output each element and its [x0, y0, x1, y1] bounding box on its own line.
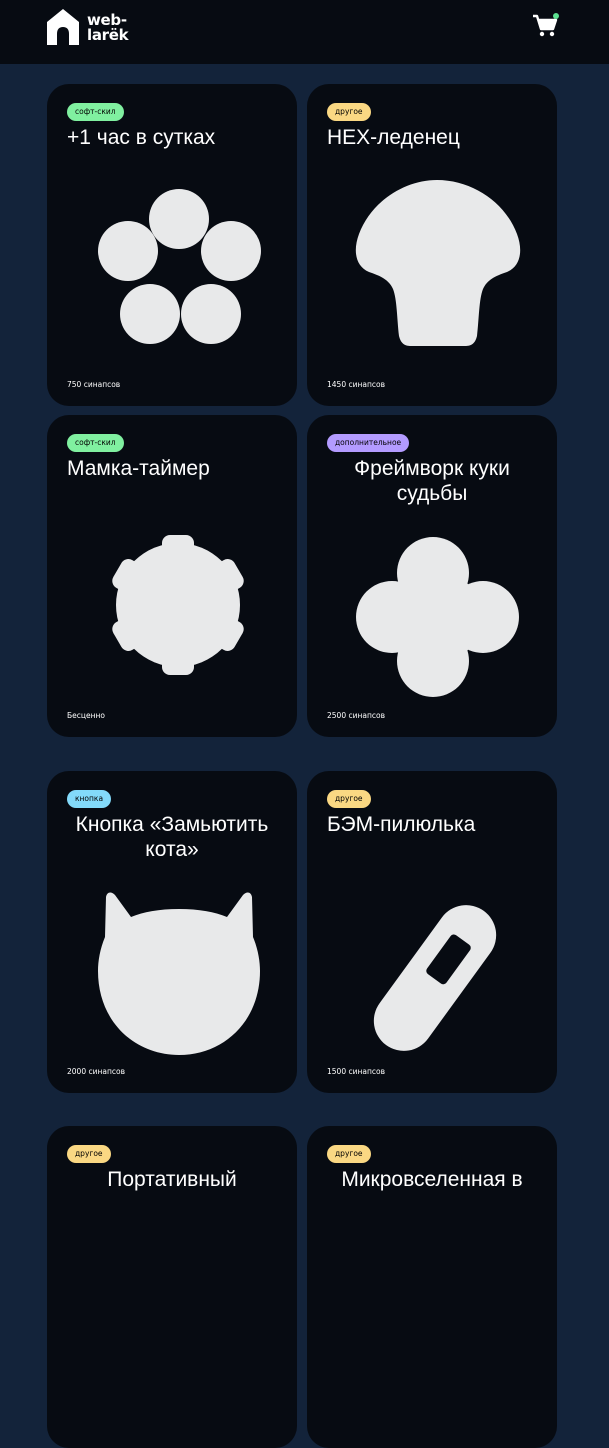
- product-title: Мамка-таймер: [67, 457, 210, 480]
- category-badge: софт-скил: [67, 434, 124, 452]
- category-badge: другое: [327, 103, 371, 121]
- product-title: Кнопка «Замьютить кота»: [75, 813, 269, 861]
- product-price: 1450 синапсов: [327, 380, 386, 389]
- product-card[interactable]: софт-скил Мамка-таймер Бесценно: [47, 415, 297, 737]
- product-card[interactable]: другое БЭМ-пилюлька 1500 синапсов: [307, 771, 557, 1093]
- category-badge: другое: [327, 1145, 371, 1163]
- product-price: 2000 синапсов: [67, 1067, 126, 1076]
- product-title: Микровселенная в: [341, 1168, 523, 1191]
- product-card[interactable]: кнопка Кнопка «Замьютить кота» 2000 сина…: [47, 771, 297, 1093]
- category-badge: дополнительное: [327, 434, 410, 452]
- product-title: БЭМ-пилюлька: [327, 813, 476, 836]
- product-price: 1500 синапсов: [327, 1067, 386, 1076]
- product-title: +1 час в сутках: [67, 126, 216, 149]
- header: web- larёk: [0, 0, 609, 64]
- category-badge: кнопка: [67, 790, 112, 808]
- product-title: HEX-леденец: [327, 126, 460, 149]
- product-card[interactable]: другое HEX-леденец 1450 синапсов: [307, 84, 557, 406]
- cart-button[interactable]: [532, 12, 560, 40]
- product-price: Бесценно: [67, 711, 105, 720]
- house-icon: [47, 9, 79, 45]
- product-title: Фреймворк куки судьбы: [354, 457, 510, 505]
- category-badge: другое: [67, 1145, 111, 1163]
- product-price: 750 синапсов: [67, 380, 121, 389]
- category-badge: софт-скил: [67, 103, 124, 121]
- product-card[interactable]: софт-скил +1 час в сутках 750 синапсов: [47, 84, 297, 406]
- cart-badge: [553, 13, 559, 19]
- logo-text: web- larёk: [87, 13, 129, 44]
- logo-line-2: larёk: [87, 26, 129, 44]
- product-price: 2500 синапсов: [327, 711, 386, 720]
- product-title: Портативный: [107, 1168, 237, 1191]
- product-card[interactable]: другое Микровселенная в: [307, 1126, 557, 1448]
- category-badge: другое: [327, 790, 371, 808]
- product-card[interactable]: другое Портативный: [47, 1126, 297, 1448]
- logo[interactable]: web- larёk: [46, 8, 136, 48]
- product-card[interactable]: дополнительное Фреймворк куки судьбы 250…: [307, 415, 557, 737]
